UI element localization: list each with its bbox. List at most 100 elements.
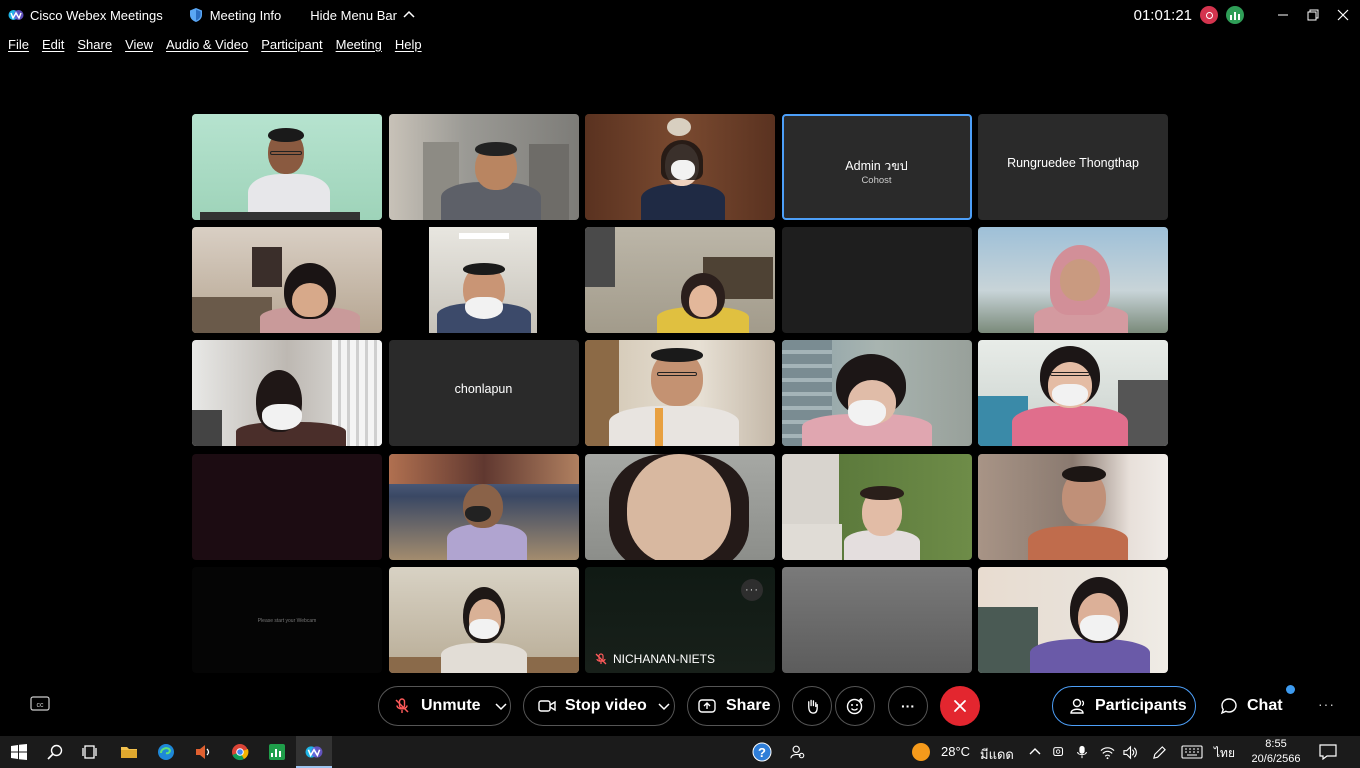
- chevron-down-icon[interactable]: [658, 700, 670, 712]
- chat-button[interactable]: Chat: [1220, 686, 1283, 726]
- menu-share[interactable]: Share: [77, 37, 112, 52]
- minimize-button[interactable]: [1268, 0, 1298, 30]
- windows-start-icon[interactable]: [9, 742, 29, 762]
- participant-label: NICHANAN-NIETS: [595, 652, 715, 666]
- windows-taskbar: ? 28°C มีแดด ไทย 8:55 20/6/2566: [0, 736, 1360, 768]
- video-tile[interactable]: [978, 566, 1168, 673]
- media-player-icon[interactable]: [193, 742, 213, 762]
- chat-notification-badge: [1286, 685, 1295, 694]
- volume-icon[interactable]: [1120, 742, 1140, 762]
- video-tile[interactable]: [388, 566, 579, 673]
- closed-captions-icon[interactable]: cc: [30, 696, 50, 712]
- share-button[interactable]: Share: [687, 686, 780, 726]
- chevron-down-icon[interactable]: [495, 700, 507, 712]
- svg-text:?: ?: [758, 745, 766, 760]
- video-tile[interactable]: [781, 566, 972, 673]
- video-tile[interactable]: [781, 340, 972, 447]
- end-meeting-button[interactable]: [940, 686, 980, 726]
- more-options-button[interactable]: ···: [888, 686, 928, 726]
- video-tile[interactable]: [978, 227, 1168, 334]
- participants-label: Participants: [1095, 697, 1187, 714]
- chat-icon: [1220, 698, 1237, 715]
- help-icon[interactable]: ?: [752, 742, 772, 762]
- video-tile[interactable]: [192, 453, 382, 560]
- menu-meeting[interactable]: Meeting: [336, 37, 382, 52]
- weather-description[interactable]: มีแดด: [980, 744, 1014, 765]
- share-screen-icon: [698, 699, 716, 713]
- webcam-message: Please start your Webcam: [257, 617, 317, 624]
- video-tile-admin[interactable]: Admin วขป Cohost: [781, 114, 972, 220]
- overflow-menu-button[interactable]: ···: [1318, 696, 1335, 712]
- keyboard-icon[interactable]: [1180, 742, 1204, 762]
- notifications-icon[interactable]: [1318, 742, 1338, 762]
- menu-participant[interactable]: Participant: [261, 37, 322, 52]
- video-tile-nichanan[interactable]: ··· NICHANAN-NIETS: [585, 566, 775, 673]
- search-icon[interactable]: [45, 742, 65, 762]
- microphone-tray-icon[interactable]: [1072, 742, 1092, 762]
- network-stats-icon[interactable]: [1226, 6, 1244, 24]
- weather-temperature[interactable]: 28°C: [941, 744, 970, 759]
- video-tile[interactable]: [585, 453, 775, 560]
- file-explorer-icon[interactable]: [119, 742, 139, 762]
- input-language[interactable]: ไทย: [1214, 744, 1235, 763]
- video-tile-chonlapun[interactable]: chonlapun: [388, 340, 579, 447]
- shield-icon: [189, 8, 202, 22]
- video-tile[interactable]: [388, 453, 579, 560]
- stop-video-label: Stop video: [565, 697, 647, 714]
- system-clock[interactable]: 8:55 20/6/2566: [1248, 737, 1304, 767]
- webex-taskbar-icon[interactable]: [304, 742, 324, 762]
- recording-icon[interactable]: [1200, 6, 1218, 24]
- chrome-browser-icon[interactable]: [230, 742, 250, 762]
- video-tile[interactable]: [585, 227, 775, 334]
- clock-time: 8:55: [1265, 738, 1287, 750]
- raise-hand-button[interactable]: [792, 686, 832, 726]
- menu-audio-video[interactable]: Audio & Video: [166, 37, 248, 52]
- spreadsheet-app-icon[interactable]: [267, 742, 287, 762]
- menu-file[interactable]: File: [8, 37, 29, 52]
- menu-view[interactable]: View: [125, 37, 153, 52]
- app-title: Cisco Webex Meetings: [30, 7, 163, 23]
- video-tile[interactable]: [192, 114, 382, 220]
- meeting-info-button[interactable]: Meeting Info: [163, 7, 281, 23]
- menu-edit[interactable]: Edit: [42, 37, 64, 52]
- video-tile-rungruedee[interactable]: Rungruedee Thongthap: [978, 114, 1168, 220]
- raise-hand-icon: [807, 699, 818, 714]
- video-tile[interactable]: [388, 114, 579, 220]
- menu-help[interactable]: Help: [395, 37, 422, 52]
- wifi-icon[interactable]: [1097, 742, 1117, 762]
- close-icon: [954, 700, 966, 712]
- clock-date: 20/6/2566: [1251, 753, 1301, 765]
- video-tile[interactable]: [192, 227, 382, 334]
- video-tile[interactable]: [781, 453, 972, 560]
- restore-icon: [1307, 9, 1319, 21]
- video-tile[interactable]: [585, 340, 775, 447]
- stop-video-button[interactable]: Stop video: [523, 686, 675, 726]
- video-tile[interactable]: Please start your Webcam: [192, 566, 382, 673]
- participant-name: chonlapun: [454, 382, 513, 397]
- unmute-button[interactable]: Unmute: [378, 686, 511, 726]
- meeting-controls: cc Unmute Stop video Share ··· Participa…: [0, 684, 1360, 728]
- title-bar-right: 01:01:21: [1134, 0, 1360, 30]
- edge-browser-icon[interactable]: [156, 742, 176, 762]
- participant-name: NICHANAN-NIETS: [613, 651, 716, 666]
- video-tile[interactable]: [192, 340, 382, 447]
- task-view-icon[interactable]: [80, 742, 100, 762]
- webex-logo-icon: [8, 10, 24, 20]
- hide-menu-bar-button[interactable]: Hide Menu Bar: [310, 8, 415, 23]
- weather-sun-icon[interactable]: [911, 742, 931, 762]
- video-tile[interactable]: [585, 114, 775, 220]
- video-grid: Admin วขป Cohost Rungruedee Thongthap ch…: [192, 114, 1168, 673]
- chevron-up-icon[interactable]: [1025, 742, 1045, 762]
- restore-button[interactable]: [1298, 0, 1328, 30]
- close-window-button[interactable]: [1328, 0, 1358, 30]
- reactions-button[interactable]: [835, 686, 875, 726]
- video-tile[interactable]: [978, 453, 1168, 560]
- video-tile[interactable]: [388, 227, 579, 334]
- tile-more-button[interactable]: ···: [741, 578, 763, 601]
- pen-icon[interactable]: [1149, 742, 1169, 762]
- camera-tray-icon[interactable]: [1049, 742, 1069, 762]
- video-tile-empty[interactable]: [781, 227, 972, 334]
- participants-button[interactable]: Participants: [1052, 686, 1196, 726]
- people-search-icon[interactable]: [788, 742, 808, 762]
- video-tile[interactable]: [978, 340, 1168, 447]
